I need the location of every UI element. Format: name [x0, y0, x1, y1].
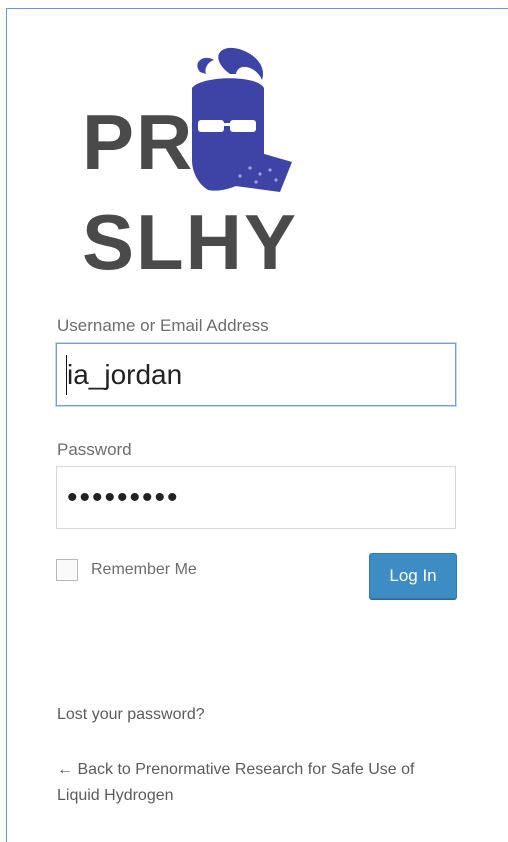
window-border-top: [6, 8, 508, 9]
password-label: Password: [57, 440, 132, 459]
back-to-site-link[interactable]: ← Back to Prenormative Research for Safe…: [57, 757, 457, 809]
remember-me-label[interactable]: Remember Me: [91, 561, 197, 579]
log-in-button[interactable]: Log In: [369, 553, 457, 599]
username-field[interactable]: [56, 343, 456, 406]
password-field[interactable]: [56, 466, 456, 529]
lost-password-link[interactable]: Lost your password?: [57, 706, 205, 724]
username-label: Username or Email Address: [57, 316, 269, 335]
remember-me-row: Remember Me: [56, 558, 197, 582]
text-caret: [66, 355, 67, 395]
remember-me-checkbox[interactable]: [56, 559, 78, 581]
preslhy-mascot-logo: [192, 47, 292, 192]
site-logo[interactable]: PRSLHY: [80, 44, 440, 286]
window-border-left: [6, 8, 7, 842]
